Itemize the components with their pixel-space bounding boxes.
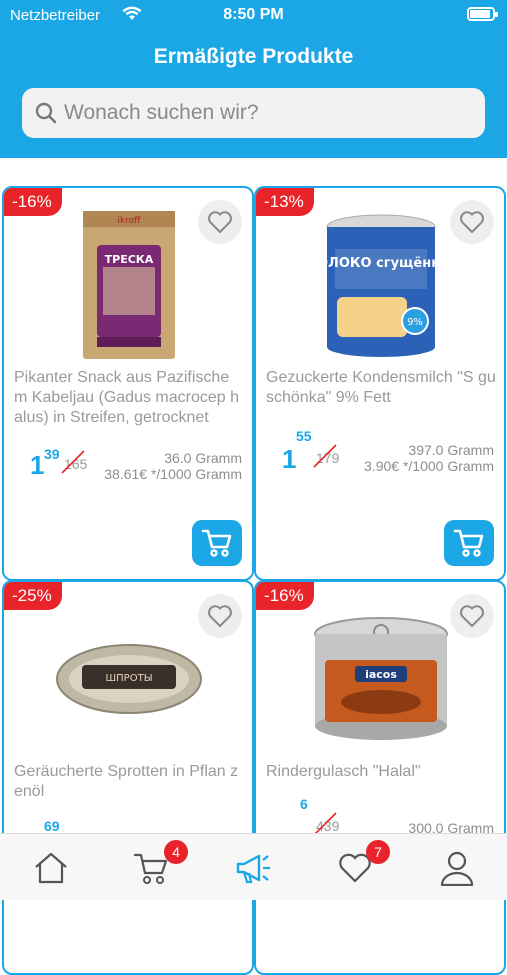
status-bar: Netzbetreiber 8:50 PM (0, 0, 507, 32)
add-to-cart-button[interactable] (192, 520, 242, 566)
favorites-count-badge: 7 (366, 840, 390, 864)
profile-icon (440, 851, 474, 886)
product-name: Gezuckerte Kondensmilch "S guschönka" 9%… (266, 369, 496, 406)
cart-icon (133, 853, 168, 884)
product-image-label: МОЛОКО сгущённое (321, 256, 441, 271)
product-image: ШПРОТЫ (44, 604, 214, 754)
weight: 36.0 Gramm (164, 450, 242, 466)
tab-cart[interactable]: 4 (126, 840, 188, 890)
header: Netzbetreiber 8:50 PM Ermäßigte Produkte (0, 0, 507, 158)
search-bar[interactable] (22, 88, 485, 138)
cart-count-badge: 4 (164, 840, 188, 864)
favorite-button[interactable] (450, 594, 494, 638)
price-main: 1 (30, 450, 45, 480)
cart-icon (453, 529, 484, 557)
price-cents: 69 (44, 818, 60, 834)
cart-icon (201, 529, 232, 557)
price-cents: 55 (296, 428, 312, 444)
discount-badge: -13% (256, 188, 314, 216)
page-title: Ermäßigte Produkte (153, 45, 354, 68)
megaphone-icon (236, 854, 270, 884)
product-card[interactable]: МОЛОКО сгущённое 9% -13% Gezuckerte Kond… (254, 186, 506, 581)
home-icon (35, 852, 67, 884)
favorite-button[interactable] (198, 200, 242, 244)
product-card[interactable]: ikroff ТРЕСКА -16% Pikanter Snack aus Pa… (2, 186, 254, 581)
product-name: Pikanter Snack aus Pazifische m Kabeljau… (14, 369, 239, 426)
search-input[interactable] (64, 96, 464, 130)
product-image: МОЛОКО сгущённое 9% (296, 210, 466, 360)
tab-bar: 4 7 (0, 833, 507, 900)
favorite-button[interactable] (450, 200, 494, 244)
discount-badge: -16% (4, 188, 62, 216)
discount-badge: -25% (4, 582, 62, 610)
svg-text:9%: 9% (407, 317, 423, 328)
strike-icon (313, 444, 337, 468)
price-cents: 6 (300, 796, 308, 812)
clock: 8:50 PM (223, 6, 284, 23)
product-image-label: ШПРОТЫ (105, 673, 152, 684)
heart-icon (208, 605, 232, 628)
price-cents: 39 (44, 446, 60, 462)
product-image-label: ТРЕСКА (105, 253, 154, 266)
add-to-cart-button[interactable] (444, 520, 494, 566)
tab-home[interactable] (26, 846, 76, 890)
product-image-label: iacos (365, 668, 397, 681)
heart-icon (208, 211, 232, 234)
product-image: ikroff ТРЕСКА (44, 210, 214, 360)
favorite-button[interactable] (198, 594, 242, 638)
product-name: Rindergulasch "Halal" (266, 763, 421, 780)
unit-price: 3.90€ */1000 Gramm (364, 458, 494, 474)
battery-icon (467, 7, 498, 21)
price-main: 1 (282, 444, 297, 474)
tab-profile[interactable] (432, 846, 482, 890)
product-card[interactable]: iacos -16% Rindergulasch "Halal" 6 439 3… (254, 580, 506, 975)
tab-favorites[interactable]: 7 (330, 840, 390, 890)
strike-icon (61, 450, 85, 474)
discount-badge: -16% (256, 582, 314, 610)
heart-icon (460, 211, 484, 234)
product-name: Geräucherte Sprotten in Pflan zenöl (14, 763, 239, 800)
search-icon (34, 101, 58, 130)
product-card[interactable]: ШПРОТЫ -25% Geräucherte Sprotten in Pfla… (2, 580, 254, 975)
heart-icon (460, 605, 484, 628)
unit-price: 38.61€ */1000 Gramm (104, 466, 242, 482)
product-image: iacos (296, 604, 466, 754)
tab-promotions[interactable] (228, 846, 278, 890)
svg-text:ikroff: ikroff (118, 216, 142, 226)
weight: 397.0 Gramm (408, 442, 494, 458)
